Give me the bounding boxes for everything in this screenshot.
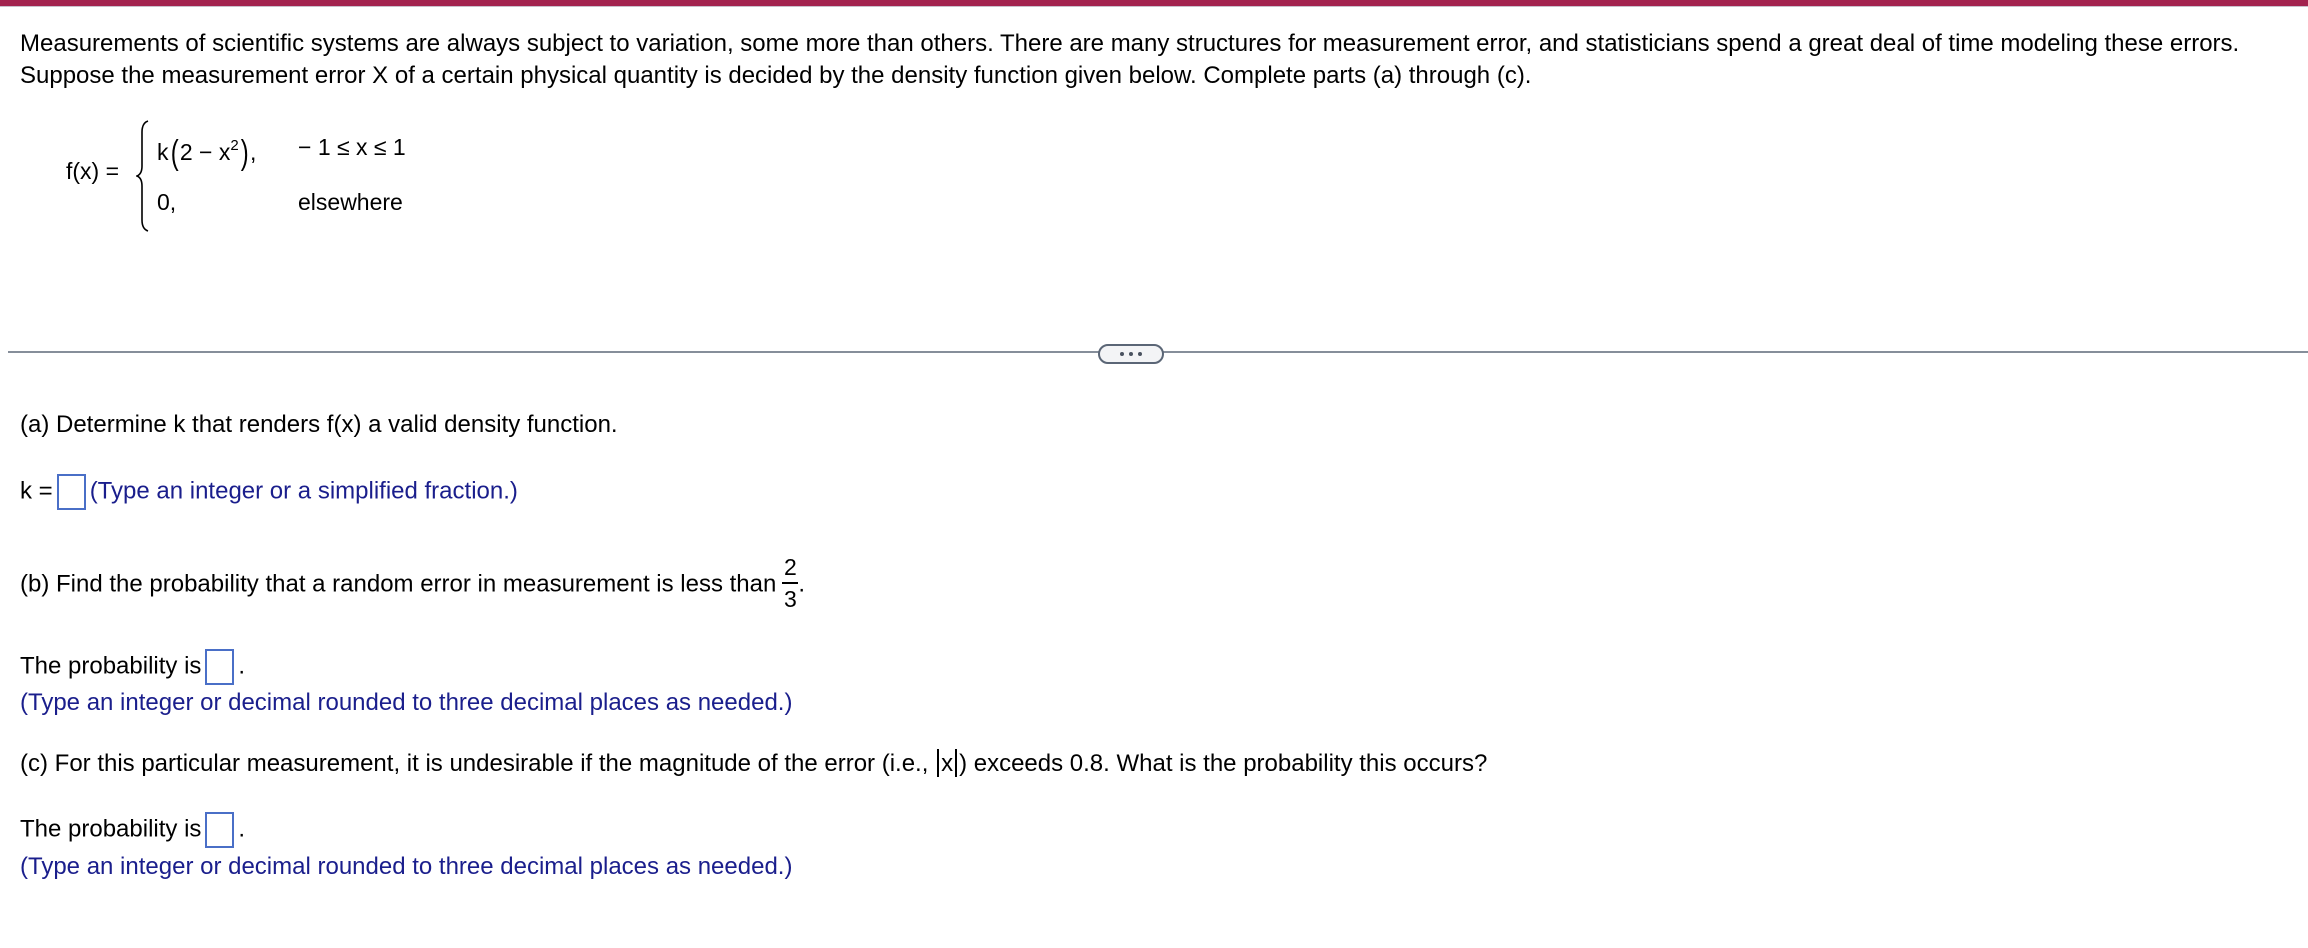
abs-variable: x: [941, 750, 954, 777]
ellipsis-icon: [1138, 352, 1142, 356]
part-a-answer-row: k = (Type an integer or a simplified frac…: [20, 474, 518, 510]
part-b-question: (b) Find the probability that a random e…: [20, 570, 777, 598]
header-accent-bar: [0, 0, 2308, 7]
part-a-hint: (Type an integer or a simplified fractio…: [89, 477, 518, 505]
ellipsis-icon: [1120, 352, 1124, 356]
part-c-answer-input[interactable]: [205, 812, 235, 848]
part-b-answer-end: .: [238, 652, 246, 680]
expand-more-button[interactable]: [1098, 344, 1164, 364]
part-c-answer-row: The probability is.: [20, 812, 245, 848]
exponent: 2: [230, 137, 239, 154]
open-paren: (: [170, 134, 179, 172]
fraction-bar: [782, 582, 799, 584]
part-a-question: (a) Determine k that renders f(x) a vali…: [20, 411, 618, 438]
part-c-answer-end: .: [238, 815, 246, 843]
part-c-question-row: (c) For this particular measurement, it …: [20, 749, 1487, 779]
density-function: f(x) = k(2 − x2), − 1 ≤ x ≤ 1 0, elsewhe…: [66, 120, 566, 235]
abs-bar-right: [955, 749, 958, 777]
ellipsis-icon: [1129, 352, 1133, 356]
fraction-numerator: 2: [783, 554, 797, 580]
inner-expression: 2 − x: [179, 139, 231, 165]
case-1-condition: − 1 ≤ x ≤ 1: [298, 134, 406, 160]
part-a-answer-input[interactable]: [56, 474, 86, 510]
case-2-expression: 0,: [157, 189, 177, 215]
coefficient: k: [157, 139, 169, 165]
part-b-answer-row: The probability is.: [20, 649, 245, 685]
case-2-condition: elsewhere: [298, 189, 403, 215]
part-b-question-end: .: [798, 570, 806, 598]
case-1-expression: k(2 − x2),: [157, 134, 256, 173]
fraction-denominator: 3: [783, 586, 797, 612]
close-paren: ): [240, 134, 249, 172]
abs-bar-left: [937, 749, 940, 777]
part-c-hint: (Type an integer or decimal rounded to t…: [20, 853, 793, 880]
part-b-hint: (Type an integer or decimal rounded to t…: [20, 689, 793, 716]
left-brace-icon: [136, 120, 149, 232]
part-a-answer-label: k =: [20, 477, 53, 505]
fraction-two-thirds: 23: [782, 554, 799, 612]
function-label: f(x) =: [66, 158, 120, 184]
part-b-question-row: (b) Find the probability that a random e…: [20, 554, 806, 614]
problem-intro: Measurements of scientific systems are a…: [20, 30, 2240, 89]
part-c-question-end: ) exceeds 0.8. What is the probability t…: [959, 750, 1488, 777]
comma: ,: [250, 139, 257, 165]
part-b-answer-input[interactable]: [205, 649, 235, 685]
part-b-answer-label: The probability is: [20, 652, 202, 680]
part-c-answer-label: The probability is: [20, 815, 202, 843]
part-c-question-start: (c) For this particular measurement, it …: [20, 750, 929, 777]
